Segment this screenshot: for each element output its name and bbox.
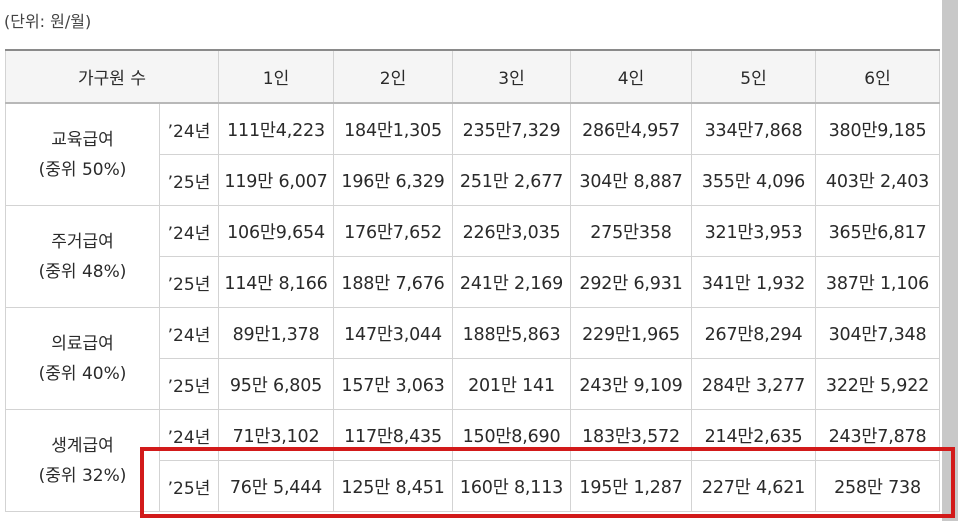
amount-cell: 267만8,294 (691, 307, 816, 359)
document-page: (단위: 원/월) 가구원 수 1인 2인 3인 4인 5인 6인 교육급여 (중… (0, 0, 955, 521)
amount-cell: 117만8,435 (333, 409, 453, 461)
benefit-name: 주거급여 (51, 231, 114, 252)
amount-cell: 188만5,863 (452, 307, 571, 359)
amount-cell: 251만 2,677 (452, 154, 571, 206)
table-row: 생계급여 (중위 32%) ’24년 71만3,102 117만8,435 150만8,6… (5, 409, 940, 512)
year-cell: ’24년 (159, 409, 219, 461)
amount-cell: 227만 4,621 (691, 460, 816, 512)
header-size-1: 1인 (218, 49, 334, 104)
amount-cell: 196만 6,329 (333, 154, 453, 206)
amount-cell: 304만7,348 (815, 307, 940, 359)
year-cell: ’24년 (159, 205, 219, 257)
amount-cell: 119만 6,007 (218, 154, 334, 206)
amount-cell: 89만1,378 (218, 307, 334, 359)
year-cell: ’25년 (159, 460, 219, 512)
amount-cell: 76만 5,444 (218, 460, 334, 512)
amount-cell: 229만1,965 (570, 307, 692, 359)
amount-cell: 258만 738 (815, 460, 940, 512)
amount-cell: 321만3,953 (691, 205, 816, 257)
header-size-3: 3인 (452, 49, 571, 104)
amount-cell: 95만 6,805 (218, 358, 334, 410)
amount-cell: 304만 8,887 (570, 154, 692, 206)
amount-cell: 286만4,957 (570, 102, 692, 155)
year-cell: ’24년 (159, 102, 219, 155)
median-ratio: (중위 50%) (38, 159, 127, 180)
amount-cell: 125만 8,451 (333, 460, 453, 512)
amount-cell: 184만1,305 (333, 102, 453, 155)
amount-cell: 188만 7,676 (333, 256, 453, 308)
benefit-category-cell: 교육급여 (중위 50%) (5, 102, 160, 206)
benefit-category-cell: 주거급여 (중위 48%) (5, 205, 160, 308)
amount-cell: 292만 6,931 (570, 256, 692, 308)
year-cell: ’25년 (159, 154, 219, 206)
amount-cell: 365만6,817 (815, 205, 940, 257)
amount-cell: 275만358 (570, 205, 692, 257)
amount-cell: 226만3,035 (452, 205, 571, 257)
amount-cell: 71만3,102 (218, 409, 334, 461)
amount-cell: 114만 8,166 (218, 256, 334, 308)
amount-cell: 111만4,223 (218, 102, 334, 155)
amount-cell: 355만 4,096 (691, 154, 816, 206)
amount-cell: 106만9,654 (218, 205, 334, 257)
amount-cell: 387만 1,106 (815, 256, 940, 308)
amount-cell: 243만7,878 (815, 409, 940, 461)
header-size-4: 4인 (570, 49, 692, 104)
median-ratio: (중위 48%) (38, 261, 127, 282)
amount-cell: 157만 3,063 (333, 358, 453, 410)
amount-cell: 150만8,690 (452, 409, 571, 461)
year-cell: ’24년 (159, 307, 219, 359)
median-ratio: (중위 32%) (38, 465, 127, 486)
amount-cell: 241만 2,169 (452, 256, 571, 308)
table-body: 교육급여 (중위 50%) ’24년 111만4,223 184만1,305 235만7,… (5, 102, 940, 512)
amount-cell: 235만7,329 (452, 102, 571, 155)
unit-note: (단위: 원/월) (4, 12, 92, 31)
amount-cell: 334만7,868 (691, 102, 816, 155)
benefit-category-cell: 생계급여 (중위 32%) (5, 409, 160, 512)
benefit-name: 생계급여 (51, 435, 114, 456)
amount-cell: 322만 5,922 (815, 358, 940, 410)
table-row: 주거급여 (중위 48%) ’24년 106만9,654 176만7,652 226만3,… (5, 205, 940, 308)
benefit-name: 의료급여 (51, 333, 114, 354)
amount-cell: 243만 9,109 (570, 358, 692, 410)
amount-cell: 147만3,044 (333, 307, 453, 359)
table-row: 의료급여 (중위 40%) ’24년 89만1,378 147만3,044 188만5,8… (5, 307, 940, 410)
amount-cell: 176만7,652 (333, 205, 453, 257)
header-size-2: 2인 (333, 49, 453, 104)
amount-cell: 214만2,635 (691, 409, 816, 461)
header-size-5: 5인 (691, 49, 816, 104)
amount-cell: 403만 2,403 (815, 154, 940, 206)
amount-cell: 183만3,572 (570, 409, 692, 461)
year-cell: ’25년 (159, 358, 219, 410)
year-cell: ’25년 (159, 256, 219, 308)
amount-cell: 195만 1,287 (570, 460, 692, 512)
amount-cell: 160만 8,113 (452, 460, 571, 512)
benefit-category-cell: 의료급여 (중위 40%) (5, 307, 160, 410)
header-row: 가구원 수 1인 2인 3인 4인 5인 6인 (5, 49, 940, 104)
benefit-threshold-table: 가구원 수 1인 2인 3인 4인 5인 6인 교육급여 (중위 50%) ’24년… (5, 49, 940, 512)
amount-cell: 341만 1,932 (691, 256, 816, 308)
median-ratio: (중위 40%) (38, 363, 127, 384)
table-row: 교육급여 (중위 50%) ’24년 111만4,223 184만1,305 235만7,… (5, 102, 940, 206)
amount-cell: 201만 141 (452, 358, 571, 410)
amount-cell: 380만9,185 (815, 102, 940, 155)
header-household-size: 가구원 수 (5, 49, 219, 104)
benefit-name: 교육급여 (51, 129, 114, 150)
amount-cell: 284만 3,277 (691, 358, 816, 410)
header-size-6: 6인 (815, 49, 940, 104)
